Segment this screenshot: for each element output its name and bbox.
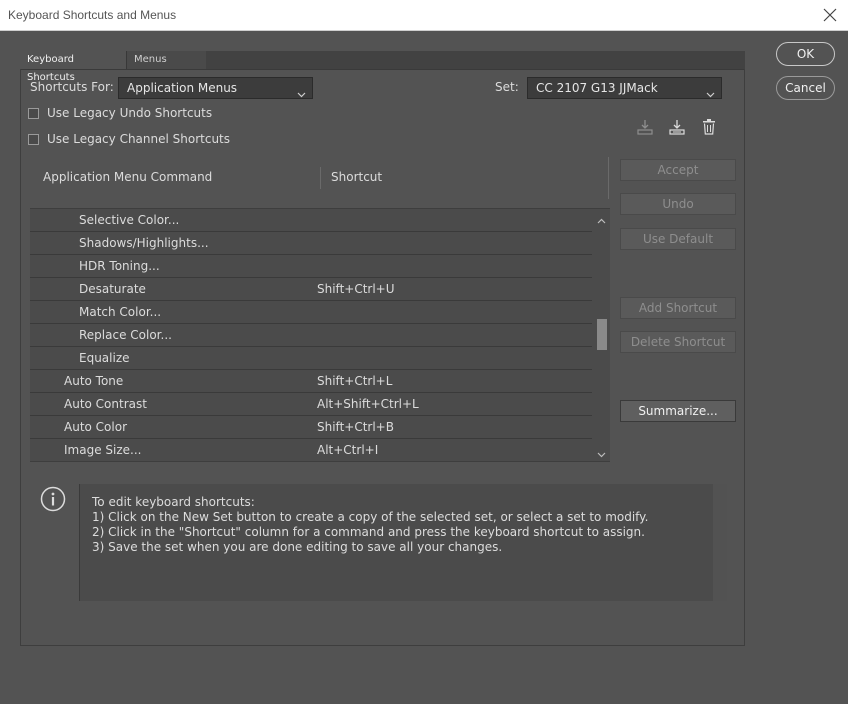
delete-set-icon[interactable] [700,118,718,136]
command-cell: Match Color... [79,305,162,319]
command-cell: Replace Color... [79,328,172,342]
chevron-down-icon [706,84,715,104]
table-scrollbar[interactable] [593,209,610,461]
summarize-button[interactable]: Summarize... [620,400,736,422]
table-row[interactable]: Replace Color... [30,324,592,347]
accept-button[interactable]: Accept [620,159,736,181]
tab-menus[interactable]: Menus [126,51,206,69]
column-header-shortcut[interactable]: Shortcut [331,170,382,184]
use-default-button[interactable]: Use Default [620,228,736,250]
command-cell: Auto Tone [64,374,124,388]
table-row[interactable]: Auto Tone Shift+Ctrl+L [30,370,592,393]
help-text-box: To edit keyboard shortcuts: 1) Click on … [79,484,727,601]
ok-button[interactable]: OK [776,42,835,66]
set-value: CC 2107 G13 JJMack [536,81,658,95]
command-cell: Equalize [79,351,130,365]
table-row[interactable]: Selective Color... [30,209,592,232]
table-row[interactable]: Auto Contrast Alt+Shift+Ctrl+L [30,393,592,416]
help-scrollbar[interactable] [713,484,727,601]
save-set-icon[interactable] [636,118,654,136]
help-line: 1) Click on the New Set button to create… [92,510,649,524]
cancel-button[interactable]: Cancel [776,76,835,100]
legacy-channel-label: Use Legacy Channel Shortcuts [47,132,231,146]
table-row[interactable]: Equalize [30,347,592,370]
shortcuts-for-select[interactable]: Application Menus [118,77,313,99]
table-row[interactable]: Auto Color Shift+Ctrl+B [30,416,592,439]
help-line: To edit keyboard shortcuts: [92,495,255,509]
undo-button[interactable]: Undo [620,193,736,215]
chevron-down-icon [297,84,306,104]
add-shortcut-button[interactable]: Add Shortcut [620,297,736,319]
column-divider [320,167,321,189]
table-header: Application Menu Command Shortcut [30,157,610,199]
column-divider [608,157,609,199]
table-row[interactable]: Shadows/Highlights... [30,232,592,255]
shortcut-cell[interactable]: Shift+Ctrl+L [317,374,392,388]
table-row[interactable]: Image Size... Alt+Ctrl+I [30,439,592,461]
command-cell: Auto Color [64,420,128,434]
close-icon[interactable] [818,4,842,26]
legacy-undo-label: Use Legacy Undo Shortcuts [47,106,213,120]
command-cell: Auto Contrast [64,397,147,411]
delete-shortcut-button[interactable]: Delete Shortcut [620,331,736,353]
shortcut-cell[interactable]: Alt+Shift+Ctrl+L [317,397,419,411]
shortcut-cell[interactable]: Shift+Ctrl+B [317,420,394,434]
chevron-down-icon[interactable] [597,447,606,461]
command-cell: Shadows/Highlights... [79,236,209,250]
legacy-channel-checkbox[interactable] [28,134,39,145]
shortcut-cell[interactable]: Shift+Ctrl+U [317,282,395,296]
set-select[interactable]: CC 2107 G13 JJMack [527,77,722,99]
command-cell: Desaturate [79,282,146,296]
shortcut-cell[interactable]: Alt+Ctrl+I [317,443,378,457]
table-row[interactable]: Match Color... [30,301,592,324]
scrollbar-thumb[interactable] [597,319,607,350]
shortcut-table: Selective Color... Shadows/Highlights... H… [30,208,610,462]
new-set-icon[interactable] [668,118,686,136]
help-line: 3) Save the set when you are done editin… [92,540,503,554]
column-header-command[interactable]: Application Menu Command [43,170,212,184]
help-line: 2) Click in the "Shortcut" column for a … [92,525,645,539]
set-label: Set: [495,80,519,94]
tab-bar: Keyboard Shortcuts Menus [20,51,745,83]
window-title: Keyboard Shortcuts and Menus [8,8,177,22]
chevron-up-icon[interactable] [597,213,606,227]
table-row[interactable]: Desaturate Shift+Ctrl+U [30,278,592,301]
table-row[interactable]: HDR Toning... [30,255,592,278]
legacy-undo-checkbox[interactable] [28,108,39,119]
shortcuts-for-label: Shortcuts For: [30,80,114,94]
info-icon [40,486,66,512]
command-cell: Selective Color... [79,213,180,227]
title-bar: Keyboard Shortcuts and Menus [0,0,848,31]
tab-keyboard-shortcuts[interactable]: Keyboard Shortcuts [20,51,126,83]
shortcuts-for-value: Application Menus [127,81,238,95]
command-cell: HDR Toning... [79,259,160,273]
command-cell: Image Size... [64,443,142,457]
